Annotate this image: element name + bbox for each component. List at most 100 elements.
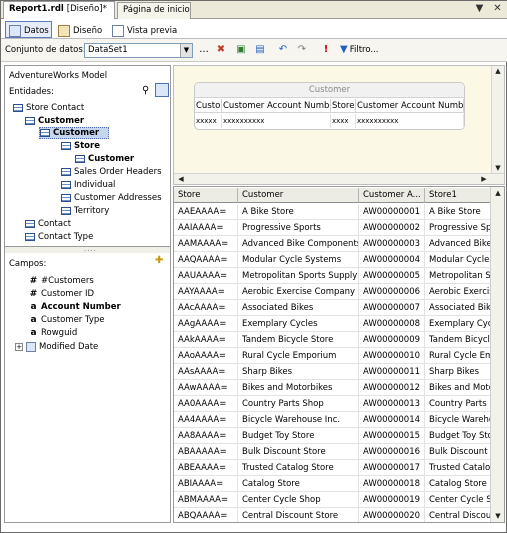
table-cell[interactable]: Rural Cycle Em...: [425, 348, 492, 364]
table-cell[interactable]: Central Discount Store: [238, 508, 359, 522]
query-column-header[interactable]: Customer Account Number: [356, 99, 464, 113]
table-cell[interactable]: Exemplary Cycles: [425, 316, 492, 332]
table-cell[interactable]: Associated Bikes: [238, 300, 359, 316]
table-cell[interactable]: AW00000015: [359, 428, 425, 444]
table-cell[interactable]: Bicycle Warehouse Inc.: [238, 412, 359, 428]
scroll-up-icon[interactable]: ▲: [492, 67, 504, 75]
table-cell[interactable]: AAMAAAA=: [174, 236, 238, 252]
tab-list-dropdown-icon[interactable]: ▼: [473, 3, 486, 16]
field-item-customers-count[interactable]: # #Customers: [29, 275, 94, 287]
table-cell[interactable]: Bikes and Motorbikes: [238, 380, 359, 396]
table-cell[interactable]: A Bike Store: [425, 204, 492, 220]
table-cell[interactable]: Bulk Discount S...: [425, 444, 492, 460]
tree-item-contact-type[interactable]: Contact Type: [25, 231, 93, 243]
chevron-down-icon[interactable]: ▼: [180, 44, 192, 57]
tab-layout[interactable]: Diseño: [55, 21, 105, 38]
table-cell[interactable]: Sharp Bikes: [425, 364, 492, 380]
table-cell[interactable]: Bikes and Motor...: [425, 380, 492, 396]
column-header[interactable]: Store1: [425, 188, 492, 203]
field-item-modified-date[interactable]: + Modified Date: [15, 341, 98, 353]
table-cell[interactable]: AW00000001: [359, 204, 425, 220]
table-cell[interactable]: AW00000004: [359, 252, 425, 268]
scroll-right-icon[interactable]: ▶: [478, 175, 490, 183]
table-cell[interactable]: Catalog Store: [425, 476, 492, 492]
table-cell[interactable]: Trusted Catalo...: [425, 460, 492, 476]
table-cell[interactable]: Metropolitan Sp...: [425, 268, 492, 284]
query-horizontal-scrollbar[interactable]: ◀ ▶: [174, 173, 504, 184]
table-cell[interactable]: Bicycle Wareho...: [425, 412, 492, 428]
field-item-customer-id[interactable]: # Customer ID: [29, 288, 94, 300]
table-cell[interactable]: Associated Bikes: [425, 300, 492, 316]
table-cell[interactable]: AA0AAAA=: [174, 396, 238, 412]
table-cell[interactable]: Advanced Bike Components: [238, 236, 359, 252]
table-cell[interactable]: Modular Cycle Systems: [238, 252, 359, 268]
table-cell[interactable]: Exemplary Cycles: [238, 316, 359, 332]
search-icon[interactable]: ⚲: [142, 85, 149, 96]
table-cell[interactable]: AAYAAAA=: [174, 284, 238, 300]
query-column-header[interactable]: Customer Account Number: [222, 99, 331, 113]
undo-icon[interactable]: ↶: [276, 43, 290, 57]
field-item-account-number[interactable]: a Account Number: [29, 301, 120, 313]
field-item-rowguid[interactable]: a Rowguid: [29, 327, 77, 339]
table-cell[interactable]: AW00000013: [359, 396, 425, 412]
delete-dataset-icon[interactable]: ✖: [214, 43, 228, 57]
edit-dataset-button[interactable]: ...: [197, 43, 211, 57]
table-cell[interactable]: AAcAAAA=: [174, 300, 238, 316]
table-cell[interactable]: AA8AAAA=: [174, 428, 238, 444]
table-cell[interactable]: ABMAAAA=: [174, 492, 238, 508]
table-cell[interactable]: AW00000006: [359, 284, 425, 300]
table-cell[interactable]: Center Cycle S...: [425, 492, 492, 508]
query-column-header[interactable]: Custo: [195, 99, 222, 113]
table-cell[interactable]: Tandem Bicycle S...: [425, 332, 492, 348]
table-cell[interactable]: AAIAAAA=: [174, 220, 238, 236]
table-cell[interactable]: AW00000012: [359, 380, 425, 396]
generic-query-designer-icon[interactable]: ▤: [253, 43, 267, 57]
table-cell[interactable]: Progressive Sports: [238, 220, 359, 236]
table-cell[interactable]: Country Parts Shop: [238, 396, 359, 412]
scroll-left-icon[interactable]: ◀: [175, 175, 187, 183]
table-cell[interactable]: ABAAAAA=: [174, 444, 238, 460]
tree-item-sales-order-headers[interactable]: Sales Order Headers: [61, 166, 162, 178]
table-cell[interactable]: AW00000011: [359, 364, 425, 380]
table-cell[interactable]: AW00000003: [359, 236, 425, 252]
table-cell[interactable]: AW00000016: [359, 444, 425, 460]
table-cell[interactable]: AA4AAAA=: [174, 412, 238, 428]
tree-item-individual[interactable]: Individual: [61, 179, 115, 191]
table-cell[interactable]: Tandem Bicycle Store: [238, 332, 359, 348]
column-header[interactable]: Store: [174, 188, 238, 203]
table-cell[interactable]: Modular Cycle S...: [425, 252, 492, 268]
tree-item-customer-selected[interactable]: Customer: [39, 127, 109, 139]
table-cell[interactable]: AAUAAAA=: [174, 268, 238, 284]
table-cell[interactable]: Country Parts S...: [425, 396, 492, 412]
table-cell[interactable]: A Bike Store: [238, 204, 359, 220]
table-cell[interactable]: Central Discoun...: [425, 508, 492, 522]
table-cell[interactable]: Trusted Catalog Store: [238, 460, 359, 476]
table-cell[interactable]: Sharp Bikes: [238, 364, 359, 380]
query-vertical-scrollbar[interactable]: ▲ ▼: [491, 66, 504, 173]
tree-item-customer-role[interactable]: Customer: [25, 115, 84, 127]
table-cell[interactable]: Catalog Store: [238, 476, 359, 492]
tab-data[interactable]: Datos: [5, 21, 52, 38]
tab-start-page[interactable]: Página de inicio: [117, 2, 191, 19]
tree-item-store-contact[interactable]: Store Contact: [13, 102, 84, 114]
tree-item-contact[interactable]: Contact: [25, 218, 71, 230]
table-cell[interactable]: AW00000020: [359, 508, 425, 522]
table-cell[interactable]: AW00000017: [359, 460, 425, 476]
table-cell[interactable]: AAEAAAA=: [174, 204, 238, 220]
query-column-header[interactable]: Store: [331, 99, 356, 113]
table-cell[interactable]: Bulk Discount Store: [238, 444, 359, 460]
table-cell[interactable]: ABIAAAA=: [174, 476, 238, 492]
browse-entities-icon[interactable]: [155, 83, 169, 97]
table-cell[interactable]: AW00000010: [359, 348, 425, 364]
scroll-up-icon[interactable]: ▲: [492, 189, 504, 197]
table-cell[interactable]: AW00000008: [359, 316, 425, 332]
table-cell[interactable]: Rural Cycle Emporium: [238, 348, 359, 364]
query-entity-table[interactable]: Customer Custo Customer Account Number S…: [194, 82, 465, 130]
scroll-down-icon[interactable]: ▼: [492, 512, 504, 520]
table-cell[interactable]: Aerobic Exercis...: [425, 284, 492, 300]
new-field-icon[interactable]: ✚: [155, 255, 163, 266]
tree-item-territory[interactable]: Territory: [61, 205, 109, 217]
table-cell[interactable]: ABEAAAA=: [174, 460, 238, 476]
table-cell[interactable]: Advanced Bike ...: [425, 236, 492, 252]
table-cell[interactable]: AW00000007: [359, 300, 425, 316]
